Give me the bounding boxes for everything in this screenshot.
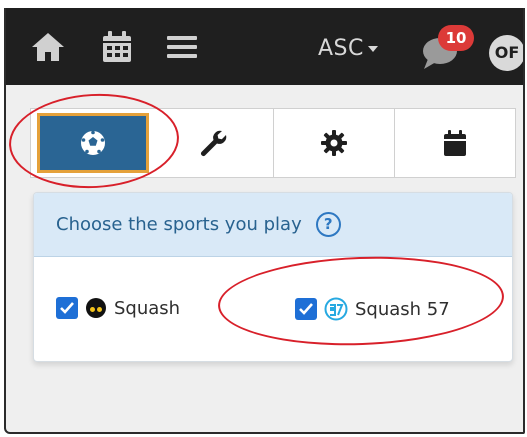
sport-option-squash[interactable]: Squash xyxy=(56,297,180,319)
top-navbar: ASC 10 OF xyxy=(6,8,523,85)
user-avatar[interactable]: OF xyxy=(489,35,523,71)
tab-tools[interactable] xyxy=(153,109,274,177)
squash-checkbox[interactable] xyxy=(56,297,78,319)
hamburger-menu-icon[interactable] xyxy=(166,30,198,68)
sport-option-squash-57[interactable]: Squash 57 xyxy=(295,297,450,321)
club-selector-dropdown[interactable]: ASC xyxy=(318,36,378,61)
calendar-icon[interactable] xyxy=(101,30,133,68)
squash-ball-icon xyxy=(85,297,107,319)
soccer-ball-icon xyxy=(81,130,105,155)
sports-panel: Choose the sports you play ? Squash Squa… xyxy=(33,192,513,362)
messages-button[interactable]: 10 xyxy=(418,25,478,75)
checkmark-icon xyxy=(299,303,313,315)
app-frame: ASC 10 OF Choose the sports you play ? S… xyxy=(4,8,525,434)
club-selector-label: ASC xyxy=(318,36,364,61)
sports-panel-title: Choose the sports you play xyxy=(56,214,302,235)
squash-label: Squash xyxy=(114,297,181,319)
chevron-down-icon xyxy=(367,46,378,52)
tab-settings[interactable] xyxy=(274,109,395,177)
gear-icon xyxy=(321,130,347,156)
messages-count-badge: 10 xyxy=(438,25,474,51)
settings-tabs xyxy=(30,108,516,178)
squash57-logo-icon xyxy=(324,297,348,321)
home-icon[interactable] xyxy=(30,30,66,68)
sports-panel-header: Choose the sports you play ? xyxy=(34,193,512,257)
tab-calendar[interactable] xyxy=(395,109,515,177)
help-icon[interactable]: ? xyxy=(315,212,341,237)
calendar-icon xyxy=(444,130,466,156)
squash-57-checkbox[interactable] xyxy=(295,298,317,320)
squash-57-label: Squash 57 xyxy=(355,298,450,320)
checkmark-icon xyxy=(60,302,74,314)
wrench-icon xyxy=(201,130,227,156)
tab-sports[interactable] xyxy=(37,113,149,173)
